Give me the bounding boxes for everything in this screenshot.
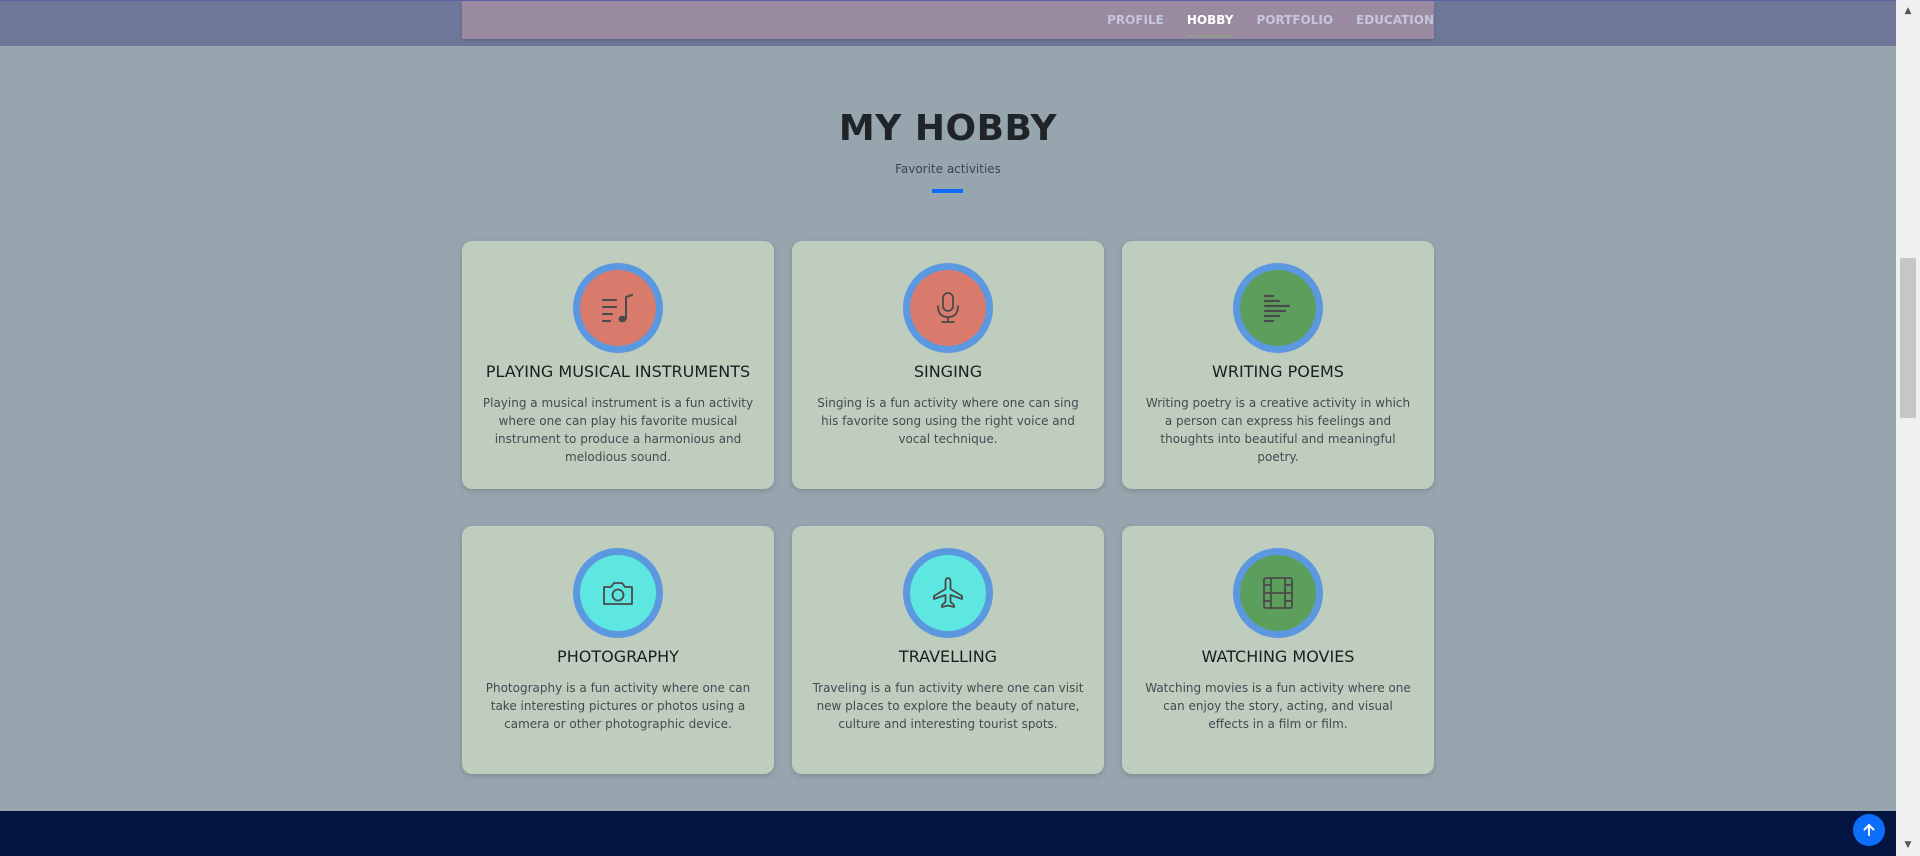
icon-core: [910, 555, 986, 631]
scrollbar[interactable]: ▲ ▼: [1896, 0, 1920, 856]
icon-core: [1240, 270, 1316, 346]
hobby-description: Traveling is a fun activity where one ca…: [812, 681, 1084, 731]
hobby-card-poems: WRITING POEMS Writing poetry is a creati…: [1122, 241, 1434, 489]
section-divider: [932, 189, 963, 193]
arrow-up-icon: [1863, 824, 1875, 836]
hobby-description: Playing a musical instrument is a fun ac…: [482, 396, 754, 464]
scroll-down-arrow-icon[interactable]: ▼: [1896, 836, 1920, 854]
hobby-description: Photography is a fun activity where one …: [485, 681, 751, 731]
icon-ring: [903, 263, 993, 353]
back-to-top-button[interactable]: [1853, 814, 1885, 846]
navbar-container: PROFILE HOBBY PORTFOLIO EDUCATION: [462, 1, 1434, 39]
hobby-description: Watching movies is a fun activity where …: [1145, 681, 1411, 731]
hobby-card-music: PLAYING MUSICAL INSTRUMENTS Playing a mu…: [462, 241, 774, 489]
section-subtitle: Favorite activities: [895, 162, 1001, 176]
hobby-card-singing: SINGING Singing is a fun activity where …: [792, 241, 1104, 489]
nav-link-hobby[interactable]: HOBBY: [1186, 9, 1233, 37]
icon-ring: [903, 548, 993, 638]
music-note-list-icon: [602, 294, 633, 323]
icon-ring: [1233, 263, 1323, 353]
icon-ring: [1233, 548, 1323, 638]
hobby-title: SINGING: [913, 362, 983, 381]
icon-ring: [573, 548, 663, 638]
icon-core: [580, 270, 656, 346]
icon-core: [580, 555, 656, 631]
film-icon: [1263, 577, 1293, 609]
section-title: MY HOBBY: [838, 108, 1058, 149]
top-navbar: PROFILE HOBBY PORTFOLIO EDUCATION: [0, 0, 1896, 46]
hobby-description: Singing is a fun activity where one can …: [817, 396, 1079, 446]
hobby-card-travelling: TRAVELLING Traveling is a fun activity w…: [792, 526, 1104, 774]
nav-link-portfolio[interactable]: PORTFOLIO: [1256, 9, 1333, 31]
airplane-icon: [933, 577, 963, 608]
hobby-title: PHOTOGRAPHY: [557, 647, 679, 666]
scroll-up-arrow-icon[interactable]: ▲: [1896, 2, 1920, 20]
icon-core: [910, 270, 986, 346]
nav-link-profile[interactable]: PROFILE: [1107, 9, 1164, 31]
hobby-title: WATCHING MOVIES: [1201, 647, 1355, 666]
hobby-card-movies: WATCHING MOVIES Watching movies is a fun…: [1122, 526, 1434, 774]
hobby-card-photography: PHOTOGRAPHY Photography is a fun activit…: [462, 526, 774, 774]
microphone-icon: [937, 292, 959, 323]
hobby-title: TRAVELLING: [898, 647, 998, 666]
nav-links: PROFILE HOBBY PORTFOLIO EDUCATION: [1084, 1, 1434, 39]
icon-core: [1240, 555, 1316, 631]
footer: [0, 811, 1896, 856]
hobby-title: PLAYING MUSICAL INSTRUMENTS: [485, 362, 751, 381]
hobby-description: Writing poetry is a creative activity in…: [1145, 396, 1411, 464]
text-paragraph-icon: [1263, 294, 1291, 323]
scroll-thumb[interactable]: [1900, 258, 1916, 418]
camera-icon: [603, 582, 633, 605]
icon-ring: [573, 263, 663, 353]
hobby-title: WRITING POEMS: [1212, 362, 1344, 381]
nav-link-education[interactable]: EDUCATION: [1356, 9, 1434, 31]
